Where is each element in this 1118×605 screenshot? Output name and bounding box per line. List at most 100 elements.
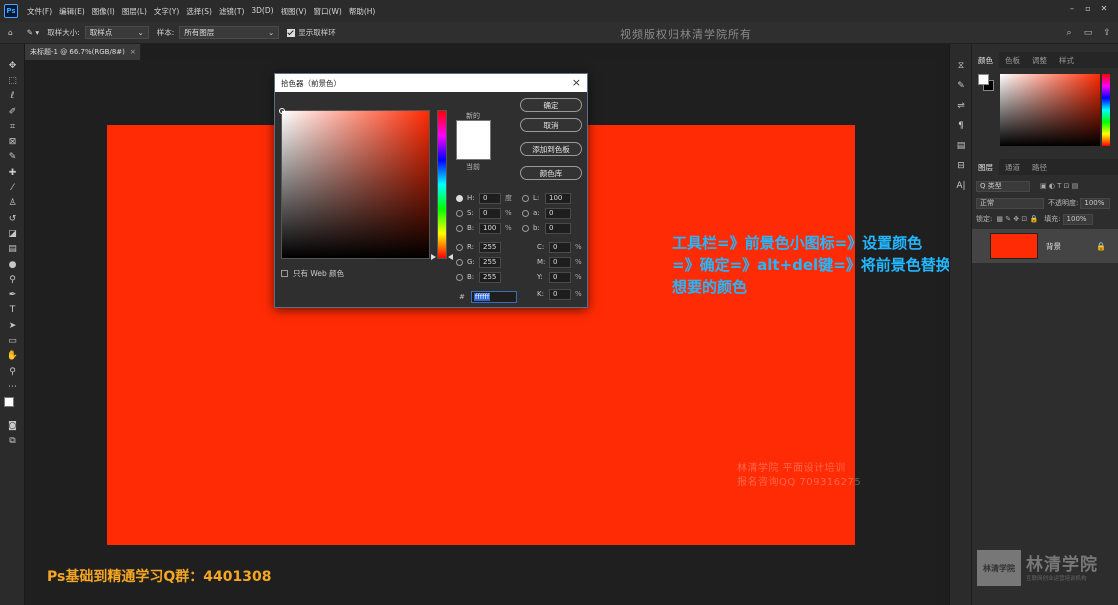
- lab-a-radio[interactable]: [522, 209, 529, 217]
- cyan-input[interactable]: 0: [549, 241, 571, 253]
- fill-field[interactable]: 100%: [1062, 213, 1093, 225]
- sample-select[interactable]: 所有图层 ⌄: [179, 26, 280, 39]
- cancel-button[interactable]: 取消: [520, 118, 582, 132]
- brightness-radio[interactable]: [456, 224, 463, 232]
- eraser-tool-icon[interactable]: ◪: [0, 226, 25, 241]
- red-input[interactable]: 255: [479, 241, 501, 253]
- marquee-tool-icon[interactable]: ⬚: [0, 73, 25, 88]
- frame-tool-icon[interactable]: ⊠: [0, 134, 25, 149]
- panel-hue-slider[interactable]: [1102, 74, 1110, 146]
- opacity-field[interactable]: 100%: [1080, 197, 1111, 209]
- brush-tool-icon[interactable]: ⁄: [0, 180, 25, 195]
- move-tool-icon[interactable]: ✥: [0, 58, 25, 73]
- menu-type[interactable]: 文字(Y): [154, 6, 179, 17]
- red-radio[interactable]: [456, 243, 463, 251]
- menu-file[interactable]: 文件(F): [27, 6, 52, 17]
- hue-input[interactable]: 0: [479, 192, 501, 204]
- tab-paths[interactable]: 路径: [1026, 159, 1053, 175]
- color-libraries-button[interactable]: 颜色库: [520, 166, 582, 180]
- pen-tool-icon[interactable]: ✒: [0, 287, 25, 302]
- healing-brush-icon[interactable]: ✚: [0, 165, 25, 180]
- home-icon[interactable]: ⌂: [8, 28, 13, 37]
- screen-mode-icon[interactable]: ⧉: [0, 434, 25, 449]
- tab-layers[interactable]: 图层: [972, 159, 999, 175]
- filter-icons[interactable]: ▣ ◐ T ⊡ ▤: [1040, 182, 1078, 190]
- hand-tool-icon[interactable]: ✋: [0, 349, 25, 364]
- ok-button[interactable]: 确定: [520, 98, 582, 112]
- close-tab-icon[interactable]: ×: [130, 48, 136, 56]
- more-tools-icon[interactable]: ⋯: [0, 379, 25, 394]
- history-panel-icon[interactable]: ⧖: [950, 56, 972, 76]
- minimize-button[interactable]: –: [1064, 4, 1080, 13]
- tab-channels[interactable]: 通道: [999, 159, 1026, 175]
- workspace-icon[interactable]: ▭: [1081, 26, 1095, 40]
- shape-tool-icon[interactable]: ▭: [0, 333, 25, 348]
- hue-slider[interactable]: [437, 110, 447, 259]
- tab-adjustments[interactable]: 调整: [1026, 52, 1053, 68]
- crop-tool-icon[interactable]: ⌗: [0, 119, 25, 134]
- web-colors-only-checkbox[interactable]: 只有 Web 颜色: [281, 268, 344, 279]
- blur-tool-icon[interactable]: ●: [0, 257, 25, 272]
- lab-l-input[interactable]: 100: [545, 192, 571, 204]
- lab-b-radio[interactable]: [522, 224, 529, 232]
- blue-radio[interactable]: [456, 273, 463, 281]
- gradient-tool-icon[interactable]: ▤: [0, 242, 25, 257]
- quick-mask-icon[interactable]: ◙: [0, 419, 25, 434]
- menu-view[interactable]: 视图(V): [281, 6, 307, 17]
- close-window-button[interactable]: ✕: [1096, 4, 1112, 13]
- lab-b-input[interactable]: 0: [545, 222, 571, 234]
- search-icon[interactable]: ⌕: [1062, 26, 1076, 40]
- blend-mode-select[interactable]: 正常: [976, 197, 1044, 209]
- tab-styles[interactable]: 样式: [1053, 52, 1080, 68]
- foreground-color-icon[interactable]: [4, 396, 14, 407]
- add-to-swatches-button[interactable]: 添加到色板: [520, 142, 582, 156]
- type-tool-icon[interactable]: T: [0, 303, 25, 318]
- menu-edit[interactable]: 编辑(E): [59, 6, 85, 17]
- sample-size-select[interactable]: 取样点 ⌄: [84, 26, 149, 39]
- eyedropper-tool-icon[interactable]: ✎ ▾: [27, 28, 39, 37]
- color-marker[interactable]: [279, 108, 285, 114]
- black-input[interactable]: 0: [549, 288, 571, 300]
- brush-settings-icon[interactable]: ✎: [950, 76, 972, 96]
- saturation-radio[interactable]: [456, 209, 463, 217]
- hex-input[interactable]: ffffff: [470, 291, 517, 303]
- hue-radio[interactable]: [456, 194, 463, 202]
- menu-window[interactable]: 窗口(W): [314, 6, 342, 17]
- layer-kind-filter[interactable]: Q 类型: [976, 180, 1030, 192]
- menu-select[interactable]: 选择(S): [186, 6, 212, 17]
- menu-layer[interactable]: 图层(L): [122, 6, 147, 17]
- menu-filter[interactable]: 滤镜(T): [219, 6, 244, 17]
- hue-slider-left-arrow-icon[interactable]: [431, 254, 436, 260]
- foreground-background-swatch[interactable]: [0, 395, 25, 419]
- green-radio[interactable]: [456, 258, 463, 266]
- saturation-input[interactable]: 0: [479, 207, 501, 219]
- lab-a-input[interactable]: 0: [545, 207, 571, 219]
- tab-swatches[interactable]: 色板: [999, 52, 1026, 68]
- lasso-tool-icon[interactable]: ℓ: [0, 89, 25, 104]
- layer-row-background[interactable]: 背景 🔒: [972, 229, 1118, 263]
- layer-lock-icon[interactable]: 🔒: [1096, 242, 1106, 251]
- lock-icons[interactable]: ▦ ✎ ✥ ⊡ 🔒: [996, 215, 1038, 223]
- libraries-icon[interactable]: ▤: [950, 136, 972, 156]
- paragraph-icon[interactable]: ¶: [950, 116, 972, 136]
- magenta-input[interactable]: 0: [549, 256, 571, 268]
- path-select-icon[interactable]: ➤: [0, 318, 25, 333]
- history-brush-icon[interactable]: ↺: [0, 211, 25, 226]
- quick-select-tool-icon[interactable]: ✐: [0, 104, 25, 119]
- clone-stamp-icon[interactable]: ♙: [0, 196, 25, 211]
- blue-input[interactable]: 255: [479, 271, 501, 283]
- share-icon[interactable]: ⇪: [1100, 26, 1114, 40]
- restore-button[interactable]: ▫: [1080, 4, 1096, 13]
- eyedropper-icon[interactable]: ✎: [0, 150, 25, 165]
- adjustments-icon[interactable]: ⇌: [950, 96, 972, 116]
- character-icon[interactable]: A|: [950, 176, 972, 196]
- show-sampling-ring-checkbox[interactable]: 显示取样环: [287, 27, 336, 38]
- zoom-tool-icon[interactable]: ⚲: [0, 364, 25, 379]
- panel-color-field[interactable]: [1000, 74, 1100, 146]
- yellow-input[interactable]: 0: [549, 271, 571, 283]
- brightness-input[interactable]: 100: [479, 222, 501, 234]
- tab-color[interactable]: 颜色: [972, 52, 999, 68]
- menu-help[interactable]: 帮助(H): [349, 6, 376, 17]
- properties-icon[interactable]: ⊟: [950, 156, 972, 176]
- close-icon[interactable]: ×: [572, 76, 581, 89]
